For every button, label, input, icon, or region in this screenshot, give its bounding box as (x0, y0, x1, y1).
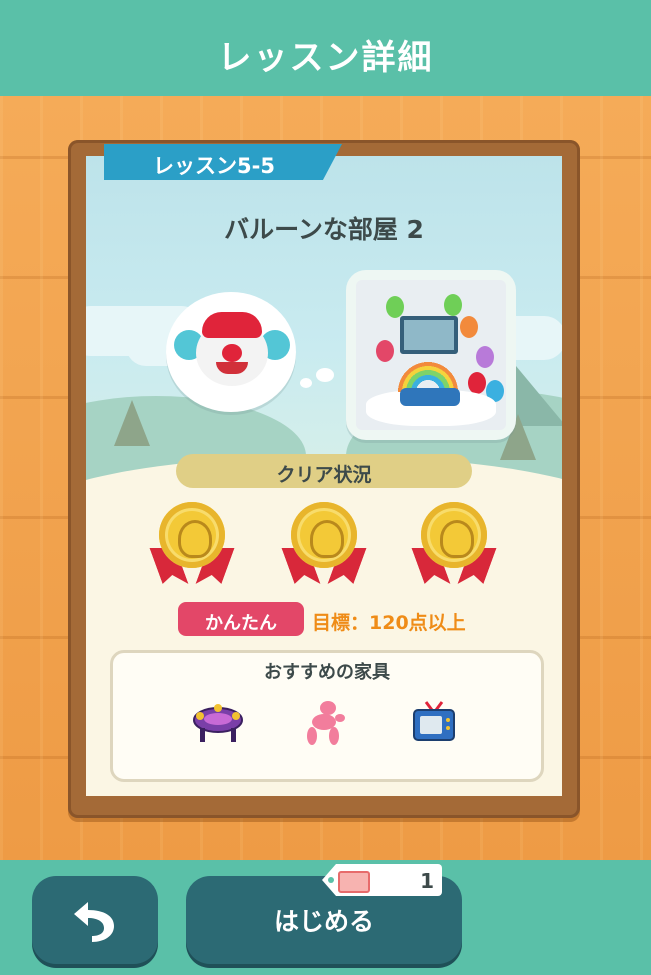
difficulty-label: かんたん (205, 613, 277, 634)
start-button-label: はじめる (273, 907, 374, 936)
room-sofa (400, 388, 460, 406)
ticket-count: 1 (420, 869, 434, 893)
room-name: バルーンな部屋 2 (224, 215, 424, 244)
gold-medal-icon (414, 502, 494, 592)
page-title: レッスン詳細 (217, 38, 434, 78)
room-rainbow (398, 352, 458, 392)
balloon (476, 346, 494, 368)
thought-bubble (316, 368, 334, 382)
ticket-tag-hole (328, 877, 334, 883)
tree (114, 400, 150, 446)
lesson-number: レッスン5-5 (153, 154, 275, 178)
clown-nose (222, 344, 242, 362)
pink-balloon-animal-icon[interactable] (298, 698, 354, 746)
balloon (386, 296, 404, 318)
room-tv (400, 316, 458, 354)
balloon (444, 294, 462, 316)
balloon (468, 372, 486, 394)
clear-status-label: クリア状況 (276, 464, 372, 486)
clown-hat (202, 312, 262, 338)
recommended-furniture-title: おすすめの家具 (264, 662, 390, 683)
gold-medal-icon (284, 502, 364, 592)
thought-bubble (300, 378, 312, 388)
ticket-icon (338, 871, 370, 893)
back-button[interactable] (32, 876, 158, 964)
room-preview (356, 280, 506, 430)
undo-arrow-icon (74, 902, 114, 942)
goal-score: 目標：120点以上 (312, 612, 466, 634)
purple-table-icon[interactable] (190, 700, 246, 748)
balloon (376, 340, 394, 362)
blue-tv-icon[interactable] (406, 700, 462, 748)
gold-medal-icon (152, 502, 232, 592)
balloon (460, 316, 478, 338)
